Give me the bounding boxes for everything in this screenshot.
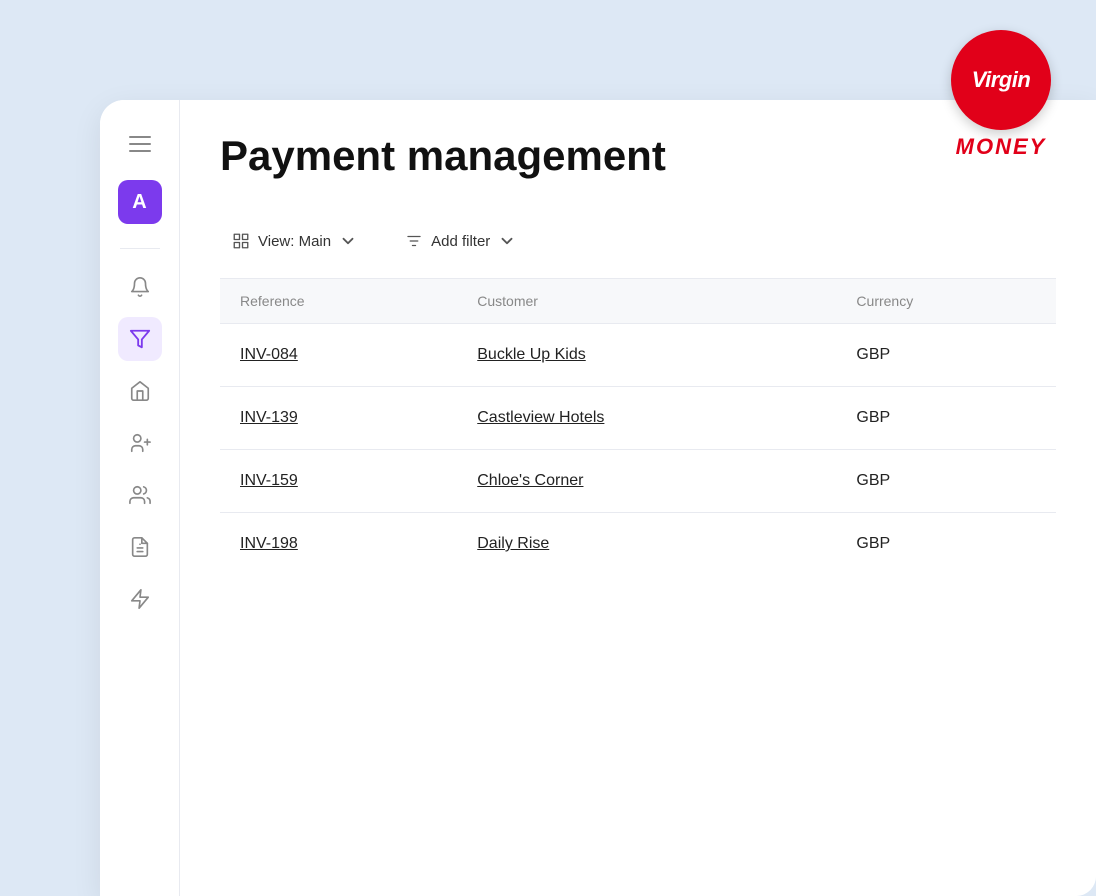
virgin-circle: Virgin	[951, 30, 1051, 130]
team-icon	[129, 484, 151, 506]
cell-customer: Castleview Hotels	[457, 387, 836, 450]
money-brand-text: mONEY	[956, 134, 1047, 160]
contacts-icon	[129, 432, 151, 454]
view-selector-button[interactable]: View: Main	[220, 224, 369, 258]
cell-currency: GBP	[836, 387, 1056, 450]
table-toolbar: View: Main Add filter	[220, 208, 1056, 279]
customer-link-0[interactable]: Buckle Up Kids	[477, 346, 586, 363]
page-title: Payment management	[220, 132, 1056, 180]
column-header-reference: Reference	[220, 279, 457, 324]
virgin-brand-text: Virgin	[972, 69, 1031, 91]
documents-icon	[129, 536, 151, 558]
sidebar-item-home[interactable]	[118, 369, 162, 413]
add-filter-button[interactable]: Add filter	[393, 224, 528, 258]
sidebar-item-contacts[interactable]	[118, 421, 162, 465]
hamburger-icon	[129, 136, 151, 152]
view-selector-label: View: Main	[258, 233, 331, 250]
sidebar: A	[100, 100, 180, 896]
table-row: INV-198 Daily Rise GBP	[220, 513, 1056, 576]
customer-link-3[interactable]: Daily Rise	[477, 535, 549, 552]
sidebar-item-lightning[interactable]	[118, 577, 162, 621]
table-view-icon	[232, 232, 250, 250]
cell-customer: Daily Rise	[457, 513, 836, 576]
filter-chevron-icon	[498, 232, 516, 250]
filter-icon	[129, 328, 151, 350]
cell-currency: GBP	[836, 513, 1056, 576]
filter-lines-icon	[405, 232, 423, 250]
home-icon	[129, 380, 151, 402]
sidebar-item-filter[interactable]	[118, 317, 162, 361]
view-chevron-icon	[339, 232, 357, 250]
app-card: A	[100, 100, 1096, 896]
cell-currency: GBP	[836, 450, 1056, 513]
table-row: INV-139 Castleview Hotels GBP	[220, 387, 1056, 450]
customer-link-2[interactable]: Chloe's Corner	[477, 472, 583, 489]
cell-customer: Buckle Up Kids	[457, 324, 836, 387]
sidebar-item-team[interactable]	[118, 473, 162, 517]
customer-link-1[interactable]: Castleview Hotels	[477, 409, 604, 426]
reference-link-1[interactable]: INV-139	[240, 409, 298, 426]
add-filter-label: Add filter	[431, 233, 490, 250]
sidebar-item-notifications[interactable]	[118, 265, 162, 309]
sidebar-divider-1	[120, 248, 160, 249]
reference-link-2[interactable]: INV-159	[240, 472, 298, 489]
reference-link-3[interactable]: INV-198	[240, 535, 298, 552]
column-header-currency: Currency	[836, 279, 1056, 324]
table-row: INV-084 Buckle Up Kids GBP	[220, 324, 1056, 387]
reference-link-0[interactable]: INV-084	[240, 346, 298, 363]
virgin-money-logo: Virgin mONEY	[936, 30, 1066, 160]
cell-reference: INV-198	[220, 513, 457, 576]
table-header-row: Reference Customer Currency	[220, 279, 1056, 324]
cell-customer: Chloe's Corner	[457, 450, 836, 513]
sidebar-item-documents[interactable]	[118, 525, 162, 569]
lightning-icon	[129, 588, 151, 610]
hamburger-menu-button[interactable]	[120, 124, 160, 164]
cell-reference: INV-139	[220, 387, 457, 450]
cell-reference: INV-159	[220, 450, 457, 513]
cell-reference: INV-084	[220, 324, 457, 387]
table-section: View: Main Add filter	[220, 208, 1056, 575]
cell-currency: GBP	[836, 324, 1056, 387]
payment-table: Reference Customer Currency INV-084 Buckl…	[220, 279, 1056, 575]
column-header-customer: Customer	[457, 279, 836, 324]
table-row: INV-159 Chloe's Corner GBP	[220, 450, 1056, 513]
bell-icon	[129, 276, 151, 298]
user-avatar[interactable]: A	[118, 180, 162, 224]
main-content: Payment management View: Main	[180, 100, 1096, 896]
